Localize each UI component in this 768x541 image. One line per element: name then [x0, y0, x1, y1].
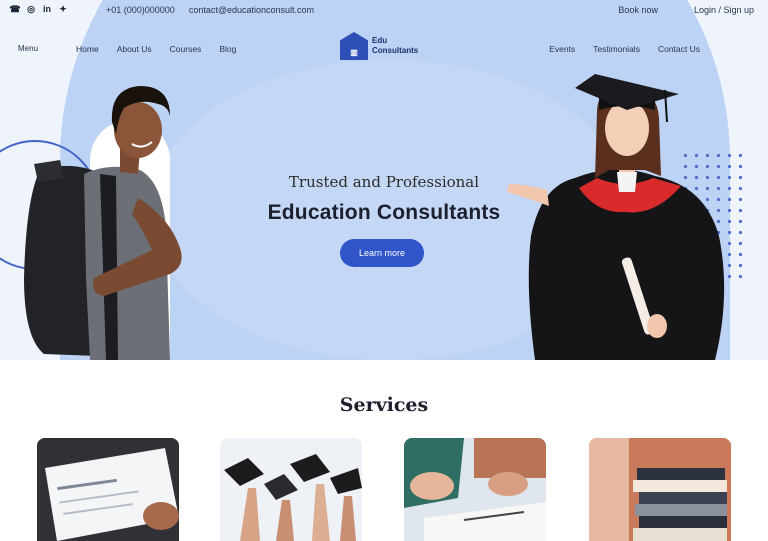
nav-left-group: Home About Us Courses Blog [76, 44, 236, 54]
service-image-study [404, 438, 546, 541]
nav-item-testimonials[interactable]: Testimonials [593, 44, 640, 54]
contact-info: +01 (000)000000 contact@educationconsult… [106, 5, 314, 15]
nav-item-about[interactable]: About Us [117, 44, 152, 54]
service-card-tutoring[interactable] [404, 438, 546, 541]
topbar-right-links: Book now Login / Sign up [618, 5, 754, 15]
top-utility-bar: ☎ ◎ in ✦ +01 (000)000000 contact@educati… [0, 0, 768, 22]
nav-item-home[interactable]: Home [76, 44, 99, 54]
login-link[interactable]: Login / Sign up [694, 5, 754, 15]
book-now-link[interactable]: Book now [618, 5, 658, 15]
nav-item-events[interactable]: Events [549, 44, 575, 54]
main-navigation: Menu Home About Us Courses Blog ▥ Edu Co… [0, 28, 768, 68]
learn-more-button[interactable]: Learn more [340, 239, 424, 267]
social-links: ☎ ◎ in ✦ [9, 4, 68, 15]
menu-toggle[interactable]: Menu [18, 44, 38, 53]
logo-text-line1: Edu [372, 36, 388, 45]
service-image-caps [220, 438, 362, 541]
phone-icon[interactable]: ☎ [9, 4, 20, 14]
hero-tagline: Trusted and Professional [288, 173, 480, 191]
site-logo[interactable]: ▥ Edu Consultants [340, 32, 418, 60]
nav-item-contact[interactable]: Contact Us [658, 44, 700, 54]
nav-item-courses[interactable]: Courses [170, 44, 202, 54]
contact-email[interactable]: contact@educationconsult.com [189, 5, 314, 15]
service-card-graduation[interactable] [220, 438, 362, 541]
twitter-icon[interactable]: ✦ [58, 4, 68, 14]
instagram-icon[interactable]: ◎ [26, 4, 36, 14]
nav-item-blog[interactable]: Blog [219, 44, 236, 54]
linkedin-icon[interactable]: in [42, 4, 52, 14]
services-heading: Services [339, 394, 429, 416]
building-icon: ▥ [340, 32, 368, 60]
service-card-library[interactable] [589, 438, 731, 541]
service-image-books [589, 438, 731, 541]
service-image-tablet [37, 438, 179, 541]
contact-phone[interactable]: +01 (000)000000 [106, 5, 175, 15]
service-card-consulting[interactable] [37, 438, 179, 541]
hero-section: ☎ ◎ in ✦ +01 (000)000000 contact@educati… [0, 0, 768, 360]
logo-text: Edu Consultants [372, 36, 418, 56]
logo-text-line2: Consultants [372, 46, 419, 55]
nav-right-group: Events Testimonials Contact Us [549, 44, 700, 54]
hero-headline: Education Consultants [267, 201, 501, 224]
